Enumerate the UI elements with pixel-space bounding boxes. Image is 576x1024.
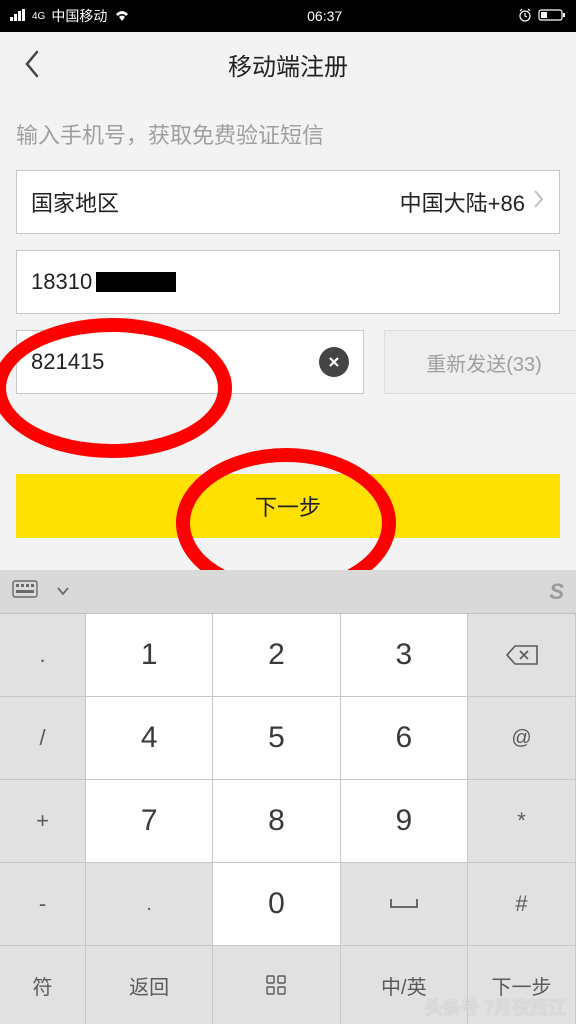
key-backspace[interactable]	[468, 614, 576, 697]
next-button[interactable]: 下一步	[16, 474, 560, 538]
phone-censor	[96, 272, 176, 292]
key-return[interactable]: 返回	[86, 946, 213, 1024]
key-0[interactable]: 0	[213, 863, 340, 946]
key-2[interactable]: 2	[213, 614, 340, 697]
key-decimal[interactable]: .	[86, 863, 213, 946]
key-at[interactable]: @	[468, 697, 576, 780]
clear-icon[interactable]	[319, 347, 349, 377]
key-9[interactable]: 9	[341, 780, 468, 863]
region-value: 中国大陆+86	[119, 186, 525, 218]
region-selector[interactable]: 国家地区 中国大陆+86	[16, 170, 560, 234]
resend-label: 重新发送(33)	[426, 348, 542, 377]
key-side-plus[interactable]: +	[0, 780, 86, 863]
form-content: 输入手机号，获取免费验证短信 国家地区 中国大陆+86 18310 重新发送(3…	[0, 96, 576, 538]
form-prompt: 输入手机号，获取免费验证短信	[16, 118, 560, 150]
page-title: 移动端注册	[228, 47, 348, 82]
status-right	[518, 8, 566, 25]
key-7[interactable]: 7	[86, 780, 213, 863]
key-star[interactable]: *	[468, 780, 576, 863]
key-side-dot[interactable]: .	[0, 614, 86, 697]
key-4[interactable]: 4	[86, 697, 213, 780]
key-lang[interactable]: 中/英	[341, 946, 468, 1024]
key-symbols[interactable]: 符	[0, 946, 86, 1024]
carrier-label: 中国移动	[51, 6, 107, 26]
keyboard-toolbar: S	[0, 570, 576, 614]
keyboard-grid: . 1 2 3 / 4 5 6 @ + 7 8 9 * - . 0 #	[0, 614, 576, 946]
key-space[interactable]	[341, 863, 468, 946]
key-side-minus[interactable]: -	[0, 863, 86, 946]
chevron-right-icon	[533, 188, 545, 216]
key-5[interactable]: 5	[213, 697, 340, 780]
carrier-4g: 4G	[32, 11, 45, 22]
key-3[interactable]: 3	[341, 614, 468, 697]
back-button[interactable]	[10, 42, 54, 86]
key-side-slash[interactable]: /	[0, 697, 86, 780]
key-8[interactable]: 8	[213, 780, 340, 863]
key-6[interactable]: 6	[341, 697, 468, 780]
keyboard-collapse-icon[interactable]	[56, 583, 70, 601]
status-bar: 4G 中国移动 06:37	[0, 0, 576, 32]
region-label: 国家地区	[31, 186, 119, 218]
key-mode-123[interactable]	[213, 946, 340, 1024]
phone-field[interactable]: 18310	[16, 250, 560, 314]
signal-icon	[10, 8, 26, 24]
keyboard-bottom-row: 符 返回 中/英 下一步	[0, 946, 576, 1024]
battery-icon	[538, 8, 566, 25]
keyboard-brand: S	[549, 579, 564, 605]
alarm-icon	[518, 8, 532, 25]
phone-prefix: 18310	[31, 269, 92, 295]
key-next[interactable]: 下一步	[468, 946, 576, 1024]
key-1[interactable]: 1	[86, 614, 213, 697]
verification-code-input[interactable]	[31, 349, 319, 375]
keyboard-layout-icon[interactable]	[12, 580, 38, 603]
status-left: 4G 中国移动	[10, 6, 131, 26]
resend-button: 重新发送(33)	[384, 330, 576, 394]
numeric-keyboard: S . 1 2 3 / 4 5 6 @ + 7 8 9 * - . 0 # 符 …	[0, 570, 576, 1024]
wifi-icon	[113, 8, 131, 24]
app-header: 移动端注册	[0, 32, 576, 96]
key-hash[interactable]: #	[468, 863, 576, 946]
status-time: 06:37	[307, 8, 342, 24]
next-label: 下一步	[255, 490, 321, 522]
verification-code-field[interactable]	[16, 330, 364, 394]
